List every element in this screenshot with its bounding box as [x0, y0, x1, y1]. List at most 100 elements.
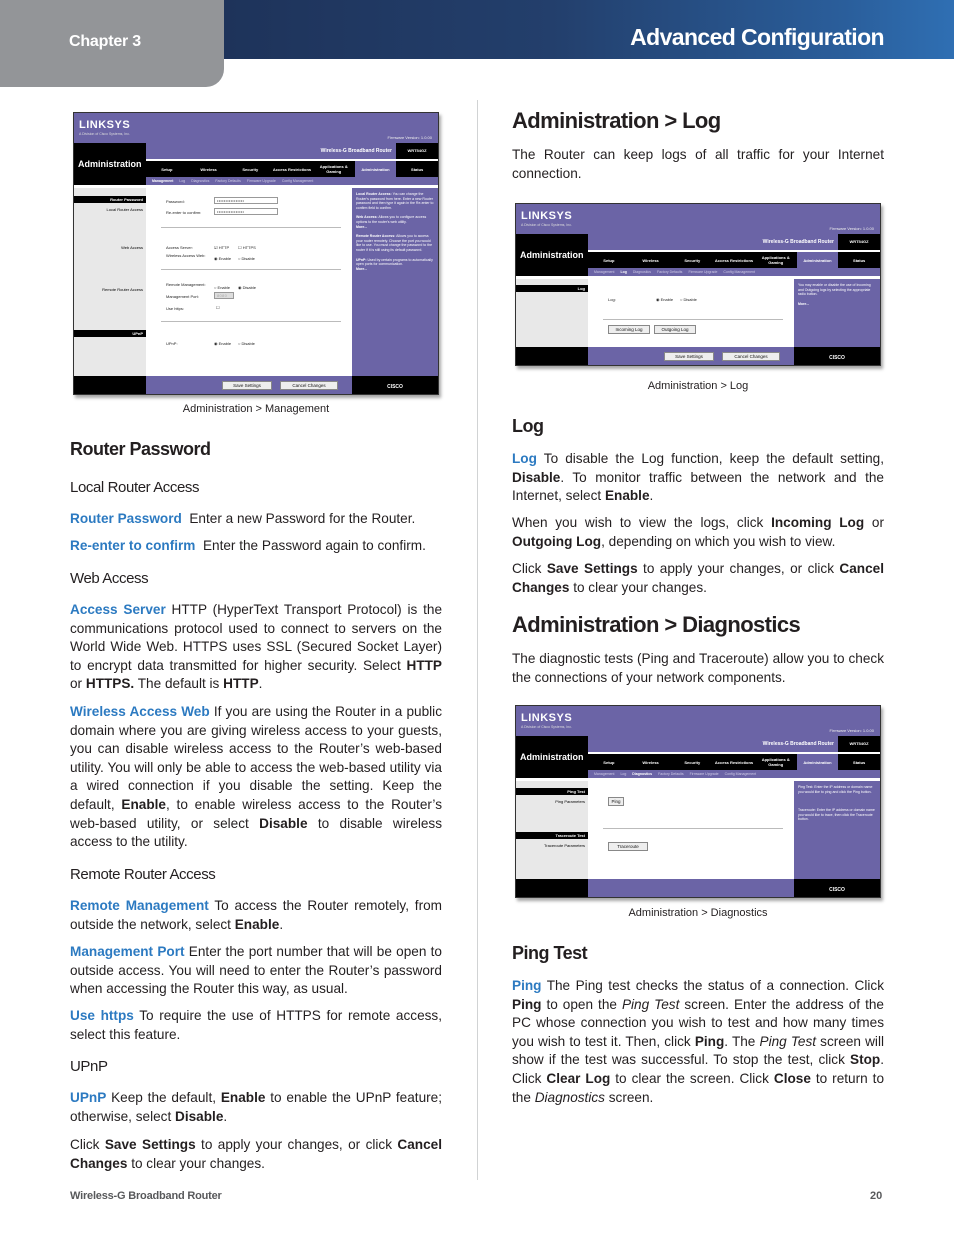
subtab-diagnostics[interactable]: Diagnostics — [633, 270, 651, 274]
tab-wireless[interactable]: Wireless — [188, 167, 230, 172]
firmware-version: Firmware Version: 1.0.00 — [829, 728, 874, 733]
subtab-firmware-upgrade[interactable]: Firmware Upgrade — [247, 179, 276, 183]
management-port-input[interactable]: 8080 — [214, 292, 234, 299]
log-disable-radio[interactable]: ○ Disable — [680, 297, 697, 302]
subtab-factory-defaults[interactable]: Factory Defaults — [215, 179, 240, 183]
tab-setup[interactable]: Setup — [588, 760, 630, 765]
subtab-management[interactable]: Management — [152, 179, 173, 183]
enable-label: Enable — [660, 297, 674, 302]
save-settings-button[interactable]: Save Settings — [664, 352, 714, 361]
tab-administration[interactable]: Administration — [796, 252, 839, 268]
tab-applications-gaming[interactable]: Applications & Gaming — [755, 757, 797, 767]
upnp-enable-radio[interactable]: ◉ Enable — [214, 341, 231, 346]
subtab-management[interactable]: Management — [594, 270, 614, 274]
para-text: to clear your changes. — [569, 579, 707, 595]
router-ui-header: LINKSYS A Division of Cisco Systems, Inc… — [516, 706, 880, 736]
para-text: Enter the Password again to confirm. — [202, 538, 426, 553]
more-link[interactable]: More... — [798, 302, 809, 306]
tab-setup[interactable]: Setup — [588, 258, 630, 263]
subtab-config-management[interactable]: Config Management — [725, 772, 757, 776]
tab-wireless[interactable]: Wireless — [630, 258, 672, 263]
tab-wireless[interactable]: Wireless — [630, 760, 672, 765]
ping-button[interactable]: Ping — [608, 797, 624, 806]
subheading-remote-router-access: Remote Router Access — [70, 866, 216, 883]
para-text: If you are using the Router in a public … — [70, 704, 442, 812]
para-text: To disable the Log function, keep the de… — [536, 451, 884, 466]
upnp-disable-radio[interactable]: ○ Disable — [238, 341, 255, 346]
subtab-config-management[interactable]: Config Management — [282, 179, 314, 183]
subtab-firmware-upgrade[interactable]: Firmware Upgrade — [690, 772, 719, 776]
remote-enable-radio[interactable]: ○ Enable — [214, 285, 230, 290]
tab-security[interactable]: Security — [671, 258, 713, 263]
section-sidebar: Administration — [74, 143, 146, 185]
label-traceroute-test: Traceroute Test — [516, 832, 588, 839]
bold-text: Enable — [604, 488, 650, 504]
reenter-input[interactable]: •••••••••••••••• — [214, 208, 278, 215]
para-text: screen. — [604, 1089, 654, 1105]
heading-administration-diagnostics: Administration > Diagnostics — [512, 612, 801, 637]
logo-subtitle: A Division of Cisco Systems, Inc. — [79, 132, 130, 136]
cancel-changes-button[interactable]: Cancel Changes — [280, 381, 338, 390]
label-router-password: Router Password — [74, 196, 146, 203]
tab-applications-gaming[interactable]: Applications & Gaming — [755, 255, 797, 265]
label-traceroute-parameters: Traceroute Parameters — [544, 843, 585, 848]
subtab-management[interactable]: Management — [594, 772, 614, 776]
use-https-checkbox[interactable]: ☐ — [216, 305, 220, 310]
para-text: or — [70, 676, 86, 692]
term-access-server: Access Server — [70, 602, 166, 617]
http-label: HTTP — [218, 245, 230, 250]
subtab-log[interactable]: Log — [620, 772, 626, 776]
more-link[interactable]: More... — [356, 267, 367, 271]
tab-administration[interactable]: Administration — [796, 754, 839, 770]
tab-administration[interactable]: Administration — [354, 161, 397, 177]
subtab-log[interactable]: Log — [179, 179, 185, 183]
wireless-enable-radio[interactable]: ◉ Enable — [214, 256, 231, 261]
bold-text: HTTP — [223, 676, 259, 692]
model-number: WRT54GZ — [838, 736, 880, 752]
wireless-disable-radio[interactable]: ○ Disable — [238, 256, 255, 261]
log-enable-radio[interactable]: ◉ Enable — [656, 297, 673, 302]
save-settings-button[interactable]: Save Settings — [222, 381, 272, 390]
bold-text: Enable — [220, 1090, 266, 1105]
subtab-factory-defaults[interactable]: Factory Defaults — [658, 772, 683, 776]
tab-status[interactable]: Status — [396, 167, 438, 172]
sub-tabs: Management Log Diagnostics Factory Defau… — [588, 268, 880, 276]
tab-access-restrictions[interactable]: Access Restrictions — [713, 760, 755, 765]
incoming-log-button[interactable]: Incoming Log — [608, 325, 650, 334]
http-checkbox[interactable]: ☑ HTTP — [214, 245, 229, 250]
tab-setup[interactable]: Setup — [146, 167, 188, 172]
tab-applications-gaming[interactable]: Applications & Gaming — [313, 164, 355, 174]
subtab-diagnostics[interactable]: Diagnostics — [632, 772, 652, 776]
help-text: Ping Test: Enter the IP address or domai… — [798, 785, 873, 794]
password-input[interactable]: •••••••••••••••• — [214, 197, 278, 204]
para-text: . — [258, 676, 263, 692]
subtab-diagnostics[interactable]: Diagnostics — [191, 179, 209, 183]
subtab-log[interactable]: Log — [620, 270, 626, 274]
term-management-port: Management Port — [70, 944, 185, 959]
bold-text: Enable — [234, 916, 280, 932]
sub-tabs: Management Log Diagnostics Factory Defau… — [146, 177, 438, 185]
bold-text: Stop — [850, 1052, 881, 1068]
bold-text: Disable — [259, 815, 308, 831]
help-title: UPnP: — [356, 257, 367, 262]
tab-access-restrictions[interactable]: Access Restrictions — [713, 258, 755, 263]
traceroute-button[interactable]: Traceroute — [608, 842, 648, 851]
tab-status[interactable]: Status — [838, 760, 880, 765]
subtab-factory-defaults[interactable]: Factory Defaults — [657, 270, 682, 274]
subtab-firmware-upgrade[interactable]: Firmware Upgrade — [688, 270, 717, 274]
https-checkbox[interactable]: ☐ HTTPS — [238, 245, 256, 250]
outgoing-log-button[interactable]: Outgoing Log — [654, 325, 696, 334]
tab-status[interactable]: Status — [838, 258, 880, 263]
reenter-label: Re-enter to confirm: — [166, 210, 202, 215]
remote-disable-radio[interactable]: ◉ Disable — [238, 285, 256, 290]
para-text: . To monitor traffic between the network… — [512, 469, 884, 504]
cancel-changes-button[interactable]: Cancel Changes — [722, 352, 780, 361]
more-link[interactable]: More... — [356, 225, 367, 229]
tab-access-restrictions[interactable]: Access Restrictions — [271, 167, 313, 172]
tab-security[interactable]: Security — [671, 760, 713, 765]
tab-security[interactable]: Security — [229, 167, 271, 172]
bold-text: Enable — [121, 796, 166, 812]
subtab-config-management[interactable]: Config Management — [723, 270, 755, 274]
bold-text: Disable — [512, 469, 561, 485]
para-text: , depending on which you wish to view. — [601, 533, 836, 549]
